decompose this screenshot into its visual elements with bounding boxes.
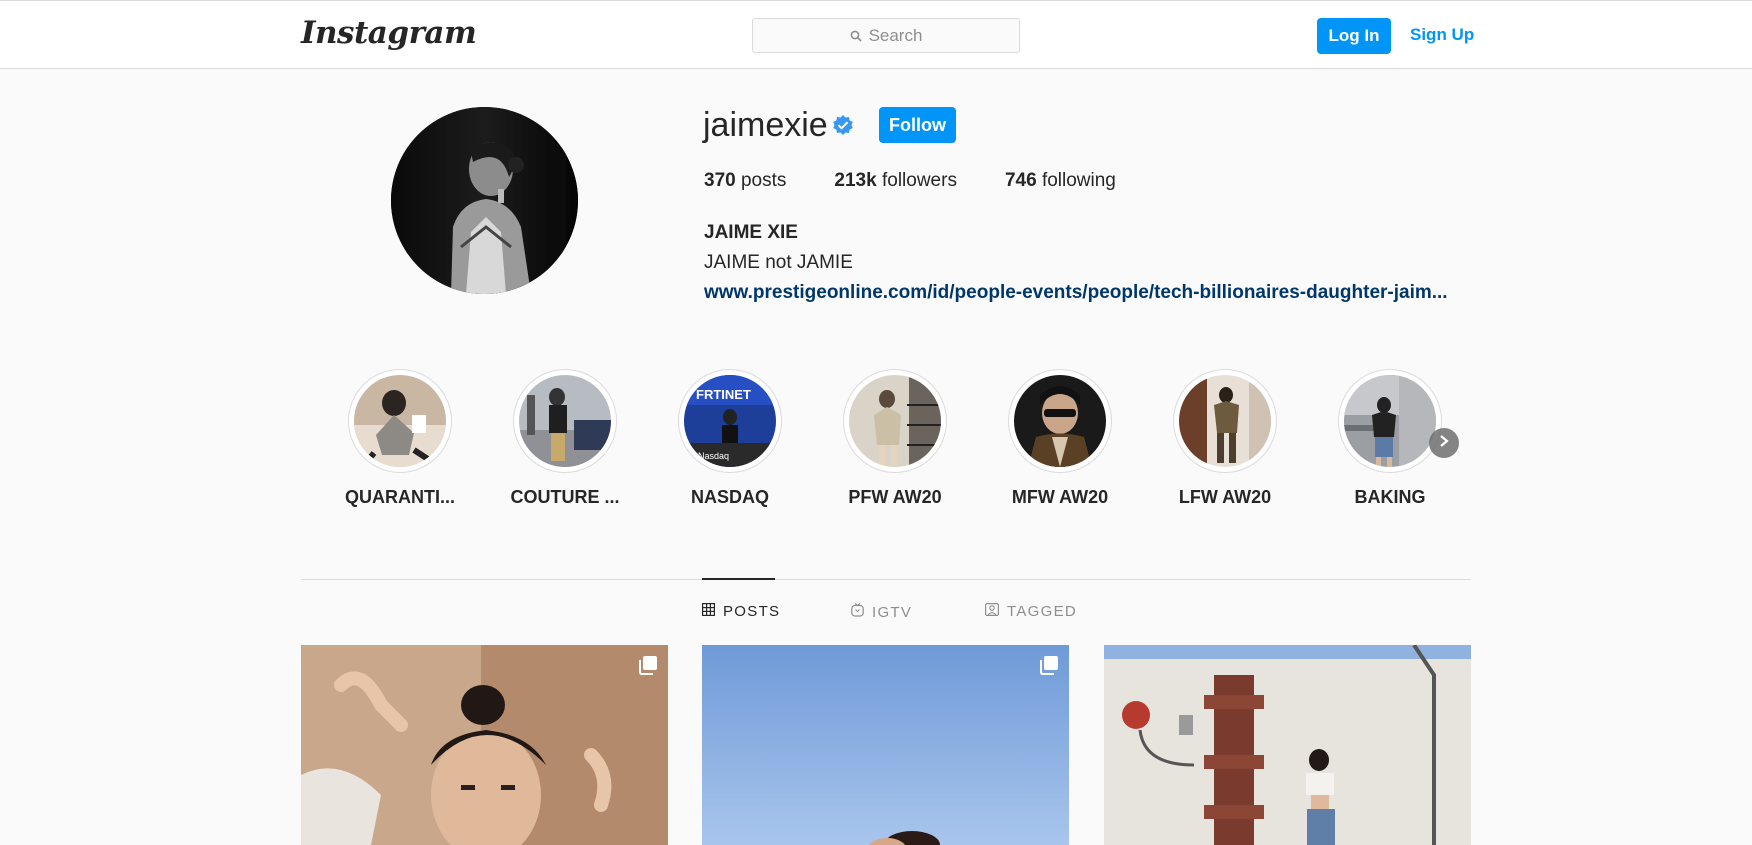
highlight-thumbnail [849,375,941,467]
profile-avatar[interactable] [391,107,578,294]
highlights-next-button[interactable] [1429,428,1459,458]
chevron-right-icon [1438,434,1450,453]
svg-text:Nasdaq: Nasdaq [698,451,729,461]
tabs-divider [301,579,1471,580]
highlight-thumbnail [1179,375,1271,467]
profile-username: jaimexie [703,106,828,144]
instagram-logo[interactable]: Instagram [301,15,477,51]
post-thumbnail[interactable] [301,645,668,845]
carousel-icon [1039,655,1059,680]
tab-igtv[interactable]: IGTV [851,603,912,621]
tab-tagged[interactable]: TAGGED [985,603,1077,620]
highlight-label: COUTURE ... [510,487,620,507]
carousel-icon [638,655,658,680]
search-icon [850,30,862,42]
highlight-label: QUARANTI... [345,487,455,507]
profile-stats: 370 posts 213k followers 746 following [704,170,1164,192]
igtv-icon [851,603,864,621]
highlight-label: BAKING [1354,487,1426,507]
svg-text:FRTINET: FRTINET [696,387,751,402]
profile-website-link[interactable]: www.prestigeonline.com/id/people-events/… [704,282,1470,304]
top-navigation-bar: Instagram Search Log In Sign Up [0,0,1752,69]
posts-count: 370 posts [704,170,787,191]
tagged-icon [985,603,1000,620]
verified-badge-icon [832,114,854,141]
highlight-item[interactable]: COUTURE ... [495,369,635,508]
highlight-label: LFW AW20 [1178,487,1272,507]
highlight-thumbnail [519,375,611,467]
active-tab-indicator [702,578,775,580]
grid-icon [702,603,716,620]
followers-link[interactable]: 213k followers [834,170,957,192]
highlight-item[interactable]: PFW AW20 [825,369,965,508]
tab-label: POSTS [723,603,781,620]
log-in-button[interactable]: Log In [1317,18,1391,54]
highlight-thumbnail [354,375,446,467]
post-thumbnail[interactable] [1104,645,1471,845]
highlight-label: NASDAQ [690,487,769,507]
highlight-item[interactable]: MFW AW20 [990,369,1130,508]
story-highlights: QUARANTI... COUTURE ... FRTINET Nasdaq NA… [330,369,1470,519]
profile-full-name: JAIME XIE [704,222,798,243]
post-thumbnail[interactable] [702,645,1069,845]
highlight-thumbnail: FRTINET Nasdaq [684,375,776,467]
highlight-item[interactable]: QUARANTI... [330,369,470,508]
highlight-thumbnail [1344,375,1436,467]
tab-label: TAGGED [1007,603,1078,620]
follow-button[interactable]: Follow [879,107,956,143]
highlight-item[interactable]: LFW AW20 [1155,369,1295,508]
following-link[interactable]: 746 following [1005,170,1116,192]
sign-up-link[interactable]: Sign Up [1410,25,1474,45]
highlight-thumbnail [1014,375,1106,467]
search-input[interactable]: Search [752,18,1020,53]
profile-bio: JAIME not JAMIE [704,252,853,273]
highlight-item[interactable]: FRTINET Nasdaq NASDAQ [660,369,800,508]
search-placeholder: Search [868,25,923,45]
highlight-label: PFW AW20 [848,487,942,507]
tab-label: IGTV [872,603,913,621]
tab-posts[interactable]: POSTS [702,603,780,620]
highlight-label: MFW AW20 [1011,487,1109,507]
